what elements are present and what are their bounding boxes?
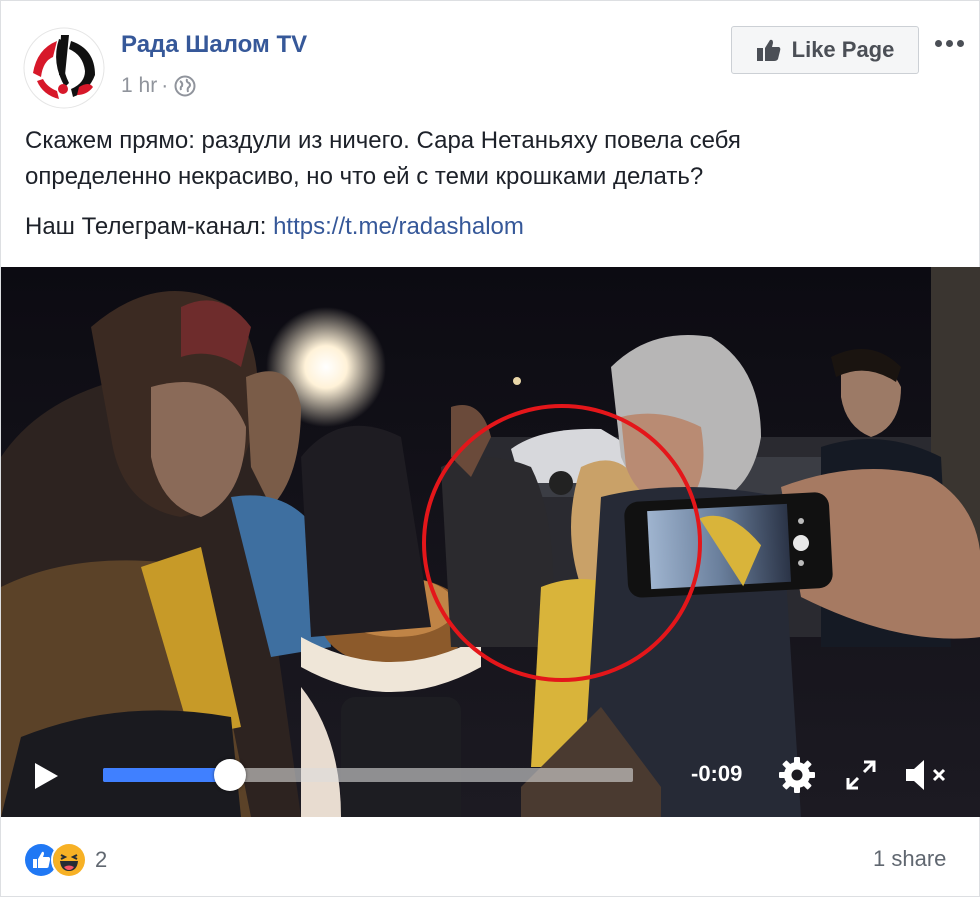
meta-separator: · bbox=[161, 74, 169, 97]
more-options-icon[interactable] bbox=[929, 31, 969, 55]
post-meta: 1 hr · bbox=[121, 73, 196, 99]
time-remaining: -0:09 bbox=[691, 761, 743, 786]
like-page-label: Like Page bbox=[791, 37, 895, 62]
reaction-count: 2 bbox=[95, 847, 108, 872]
post-text-line-2: определенно некрасиво, но что ей с теми … bbox=[25, 163, 704, 190]
rada-shalom-logo bbox=[23, 27, 105, 109]
video-controls: -0:09 bbox=[1, 731, 980, 817]
post-message: Скажем прямо: раздули из ничего. Сара Не… bbox=[25, 123, 965, 195]
volume-muted-icon[interactable] bbox=[904, 758, 948, 792]
video-progress-fill bbox=[103, 768, 231, 782]
thumbs-up-icon bbox=[756, 37, 782, 63]
haha-reaction-icon bbox=[51, 842, 87, 878]
video-progress-bar[interactable] bbox=[103, 759, 633, 791]
facebook-post: Рада Шалом TV 1 hr · Like Page Скажем пр… bbox=[0, 0, 980, 897]
post-text-line-1: Скажем прямо: раздули из ничего. Сара Не… bbox=[25, 127, 741, 154]
share-count[interactable]: 1 share bbox=[873, 846, 946, 872]
telegram-link[interactable]: https://t.me/radashalom bbox=[273, 213, 524, 240]
telegram-line: Наш Телеграм-канал: https://t.me/radasha… bbox=[25, 209, 524, 245]
play-icon[interactable] bbox=[31, 761, 61, 791]
post-timestamp[interactable]: 1 hr bbox=[121, 74, 157, 98]
like-page-button[interactable]: Like Page bbox=[731, 26, 919, 74]
page-avatar[interactable] bbox=[23, 27, 105, 109]
settings-gear-icon[interactable] bbox=[777, 755, 817, 795]
fullscreen-icon[interactable] bbox=[845, 759, 877, 791]
reactions-summary[interactable]: 2 bbox=[23, 841, 107, 879]
page-name-link[interactable]: Рада Шалом TV bbox=[121, 31, 307, 59]
video-scrubber-handle[interactable] bbox=[214, 759, 247, 791]
globe-icon[interactable] bbox=[174, 75, 196, 97]
telegram-label: Наш Телеграм-канал: bbox=[25, 213, 274, 240]
